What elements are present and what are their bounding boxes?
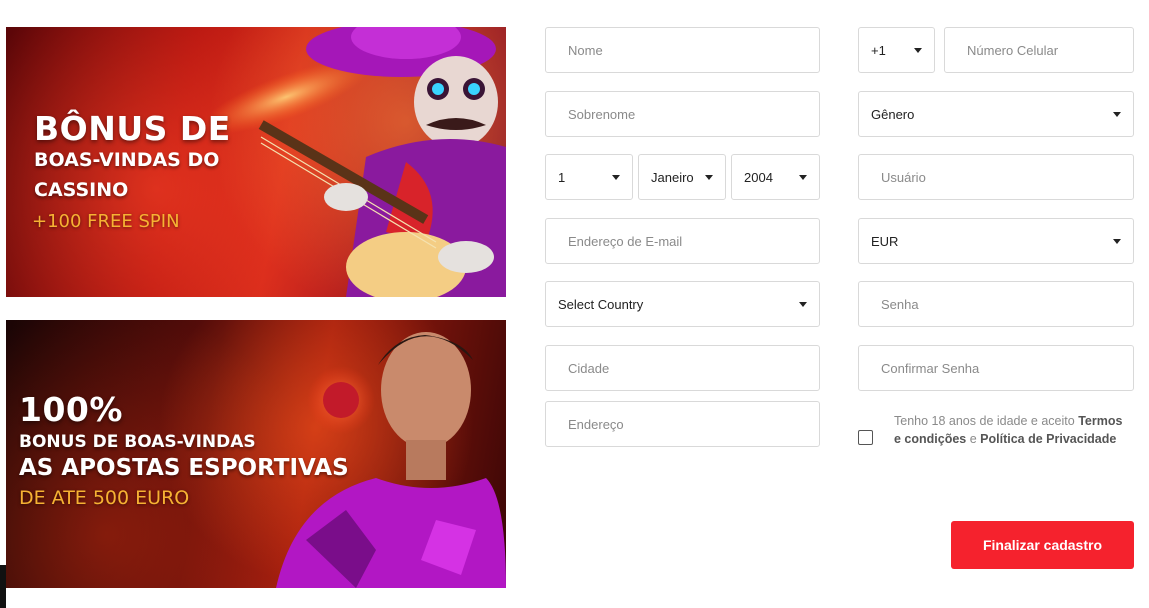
last-name-field[interactable] <box>545 91 820 137</box>
chevron-down-icon <box>799 174 807 180</box>
city-input[interactable] <box>546 346 819 390</box>
city-field[interactable] <box>545 345 820 391</box>
country-value: Select Country <box>558 296 644 312</box>
casino-banner-title: BÔNUS DE <box>34 109 231 148</box>
gender-value: Gênero <box>871 106 915 122</box>
email-input[interactable] <box>546 219 819 263</box>
country-select[interactable]: Select Country <box>545 281 820 327</box>
terms-prefix: Tenho 18 anos de idade e aceito <box>894 414 1075 428</box>
sports-banner-subtitle-2: AS APOSTAS ESPORTIVAS <box>19 455 349 481</box>
casino-bonus-banner[interactable]: BÔNUS DE BOAS-VINDAS DO CASSINO +100 FRE… <box>6 27 506 297</box>
sports-bonus-banner[interactable]: 100% BONUS DE BOAS-VINDAS AS APOSTAS ESP… <box>6 320 506 588</box>
birth-year-select[interactable]: 2004 <box>731 154 820 200</box>
sports-banner-subtitle-1: BONUS DE BOAS-VINDAS <box>19 432 256 452</box>
phone-field[interactable] <box>944 27 1134 73</box>
confirm-password-field[interactable] <box>858 345 1134 391</box>
birth-day-value: 1 <box>558 169 566 185</box>
password-input[interactable] <box>859 282 1133 326</box>
password-field[interactable] <box>858 281 1134 327</box>
address-field[interactable] <box>545 401 820 447</box>
birth-month-select[interactable]: Janeiro <box>638 154 726 200</box>
birth-year-value: 2004 <box>744 169 773 185</box>
last-name-input[interactable] <box>546 92 819 136</box>
terms-text: Tenho 18 anos de idade e aceito Termos e… <box>894 412 1124 448</box>
terms-and: e <box>969 432 977 446</box>
first-name-input[interactable] <box>546 28 819 72</box>
chevron-down-icon <box>799 301 807 307</box>
username-input[interactable] <box>859 155 1133 199</box>
confirm-password-input[interactable] <box>859 346 1133 390</box>
casino-banner-subtitle-2: CASSINO <box>34 179 129 201</box>
finish-registration-button[interactable]: Finalizar cadastro <box>951 521 1134 569</box>
terms-checkbox[interactable] <box>858 430 873 445</box>
birth-day-select[interactable]: 1 <box>545 154 633 200</box>
currency-select[interactable]: EUR <box>858 218 1134 264</box>
phone-code-select[interactable]: +1 <box>858 27 935 73</box>
chevron-down-icon <box>1113 238 1121 244</box>
privacy-link[interactable]: Política de Privacidade <box>980 432 1116 446</box>
phone-code-value: +1 <box>871 42 886 58</box>
casino-banner-offer: +100 FREE SPIN <box>32 211 180 232</box>
chevron-down-icon <box>612 174 620 180</box>
sports-banner-title: 100% <box>19 390 123 429</box>
phone-input[interactable] <box>945 28 1133 72</box>
chevron-down-icon <box>914 47 922 53</box>
address-input[interactable] <box>546 402 819 446</box>
gender-select[interactable]: Gênero <box>858 91 1134 137</box>
email-field[interactable] <box>545 218 820 264</box>
chevron-down-icon <box>1113 111 1121 117</box>
currency-value: EUR <box>871 233 899 249</box>
username-field[interactable] <box>858 154 1134 200</box>
birth-month-value: Janeiro <box>651 169 694 185</box>
casino-banner-subtitle-1: BOAS-VINDAS DO <box>34 149 220 171</box>
first-name-field[interactable] <box>545 27 820 73</box>
football-player-illustration <box>276 332 506 588</box>
chevron-down-icon <box>705 174 713 180</box>
sports-banner-offer: DE ATE 500 EURO <box>19 487 190 509</box>
edge-mark <box>0 565 6 608</box>
